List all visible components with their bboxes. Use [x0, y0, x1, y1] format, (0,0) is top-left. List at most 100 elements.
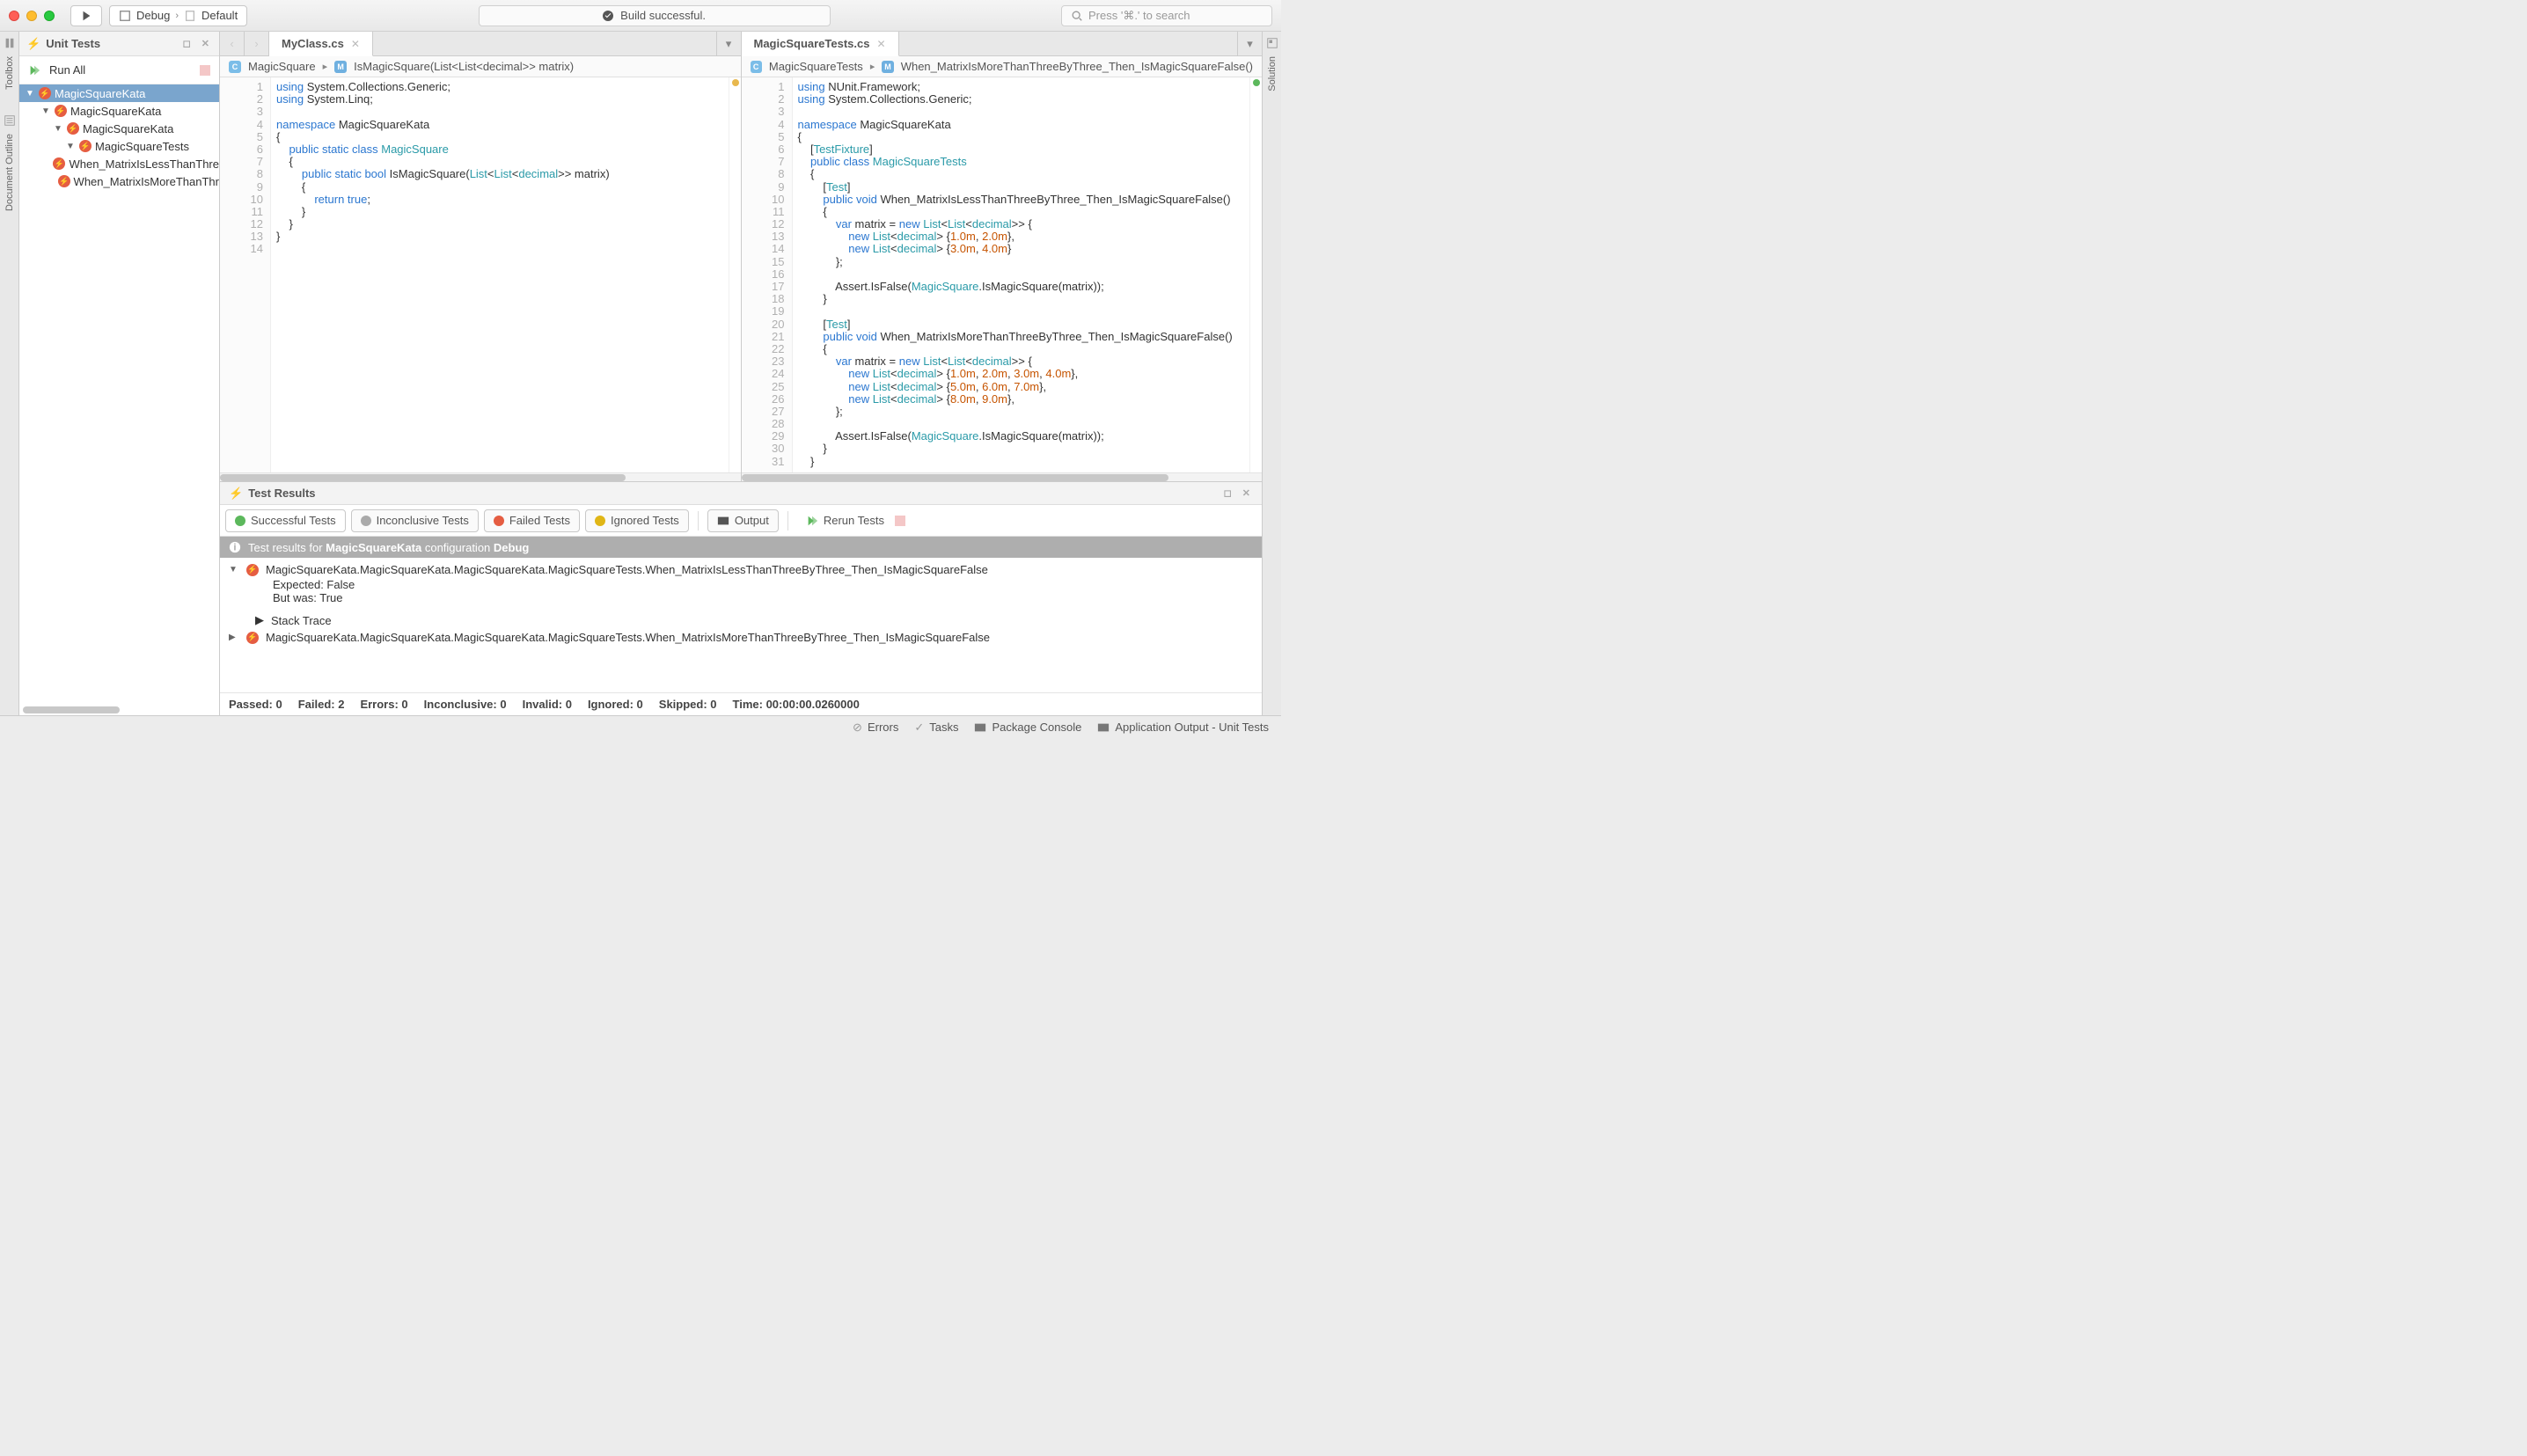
tab-tests[interactable]: MagicSquareTests.cs ✕: [742, 32, 899, 56]
marker-strip-left: [729, 77, 741, 472]
search-icon: [1071, 10, 1083, 22]
sb-label: Errors: [868, 721, 898, 734]
method-icon: M: [882, 61, 893, 73]
tab-overflow-button[interactable]: ▾: [1237, 32, 1262, 55]
nav-back-button[interactable]: ‹: [220, 32, 245, 55]
toolbox-icon[interactable]: [4, 37, 16, 49]
global-search[interactable]: Press '⌘.' to search: [1061, 5, 1272, 26]
panel-close-icon[interactable]: ✕: [199, 38, 212, 49]
tree-node-l2[interactable]: ▼ ⚡ MagicSquareKata: [19, 120, 219, 137]
filter-label: Successful Tests: [251, 514, 336, 527]
hscrollbar-right[interactable]: [742, 472, 1263, 481]
unit-tests-panel: ⚡ Unit Tests ◻ ✕ Run All ▼ ⚡ MagicSquare…: [19, 32, 220, 715]
result-row-2[interactable]: ▶ ⚡ MagicSquareKata.MagicSquareKata.Magi…: [220, 629, 1262, 646]
breadcrumb-left[interactable]: C MagicSquare ▸ M IsMagicSquare(List<Lis…: [220, 56, 741, 77]
status-errors[interactable]: ⊘Errors: [853, 721, 898, 735]
panel-dock-icon[interactable]: ◻: [180, 38, 194, 49]
check-icon: [603, 11, 613, 21]
code-left[interactable]: using System.Collections.Generic;using S…: [271, 77, 729, 472]
tree-node-l3[interactable]: ▼ ⚡ MagicSquareTests: [19, 137, 219, 155]
panel-dock-icon[interactable]: ◻: [1221, 487, 1234, 499]
document-outline-label[interactable]: Document Outline: [4, 134, 15, 211]
filter-inconclusive-button[interactable]: Inconclusive Tests: [351, 509, 479, 532]
close-window-icon[interactable]: [9, 11, 19, 21]
ok-marker-icon: [1253, 79, 1260, 86]
collapse-icon[interactable]: ▼: [229, 565, 239, 574]
filter-failed-button[interactable]: Failed Tests: [484, 509, 580, 532]
run-all-row[interactable]: Run All: [19, 56, 219, 84]
panel-close-icon[interactable]: ✕: [1240, 487, 1253, 499]
expand-icon[interactable]: ▼: [65, 142, 76, 151]
tab-label: MagicSquareTests.cs: [754, 37, 870, 50]
panel-hscroll-thumb[interactable]: [23, 706, 120, 713]
bc-method: IsMagicSquare(List<List<decimal>> matrix…: [354, 60, 574, 73]
minimize-window-icon[interactable]: [26, 11, 37, 21]
lightning-icon: ⚡: [26, 37, 40, 51]
document-outline-icon[interactable]: [4, 114, 16, 127]
fail-badge-icon: ⚡: [246, 564, 259, 576]
tree-label: MagicSquareTests: [95, 140, 189, 153]
tree-test-2[interactable]: ⚡ When_MatrixIsMoreThanThr: [19, 172, 219, 190]
build-status[interactable]: Build successful.: [479, 5, 831, 26]
solution-icon[interactable]: [1266, 37, 1278, 49]
editor-right: MagicSquareTests.cs ✕ ▾ C MagicSquareTes…: [742, 32, 1263, 481]
expand-icon[interactable]: ▼: [40, 106, 51, 116]
rerun-tests-button[interactable]: Rerun Tests: [797, 509, 914, 532]
filter-ignored-button[interactable]: Ignored Tests: [585, 509, 689, 532]
tab-myclass[interactable]: MyClass.cs ✕: [269, 32, 373, 56]
code-area-left[interactable]: 1234567891011121314 using System.Collect…: [220, 77, 741, 472]
code-area-right[interactable]: 1234567891011121314151617181920212223242…: [742, 77, 1263, 472]
sb-label: Package Console: [992, 721, 1081, 734]
warning-marker-icon: [732, 79, 739, 86]
build-status-text: Build successful.: [620, 9, 706, 22]
tree-node-l1[interactable]: ▼ ⚡ MagicSquareKata: [19, 102, 219, 120]
hscrollbar-left[interactable]: [220, 472, 741, 481]
summary-skipped: Skipped: 0: [659, 698, 717, 711]
zoom-window-icon[interactable]: [44, 11, 55, 21]
filter-successful-button[interactable]: Successful Tests: [225, 509, 346, 532]
tree-label: MagicSquareKata: [70, 105, 161, 118]
expand-icon[interactable]: ▶: [255, 613, 264, 627]
expand-icon[interactable]: ▼: [53, 124, 63, 134]
test-tree[interactable]: ▼ ⚡ MagicSquareKata ▼ ⚡ MagicSquareKata …: [19, 84, 219, 715]
status-tasks[interactable]: ✓Tasks: [914, 721, 958, 735]
main-body: Toolbox Document Outline ⚡ Unit Tests ◻ …: [0, 32, 1281, 715]
tree-label: MagicSquareKata: [55, 87, 145, 100]
expand-icon[interactable]: ▼: [25, 89, 35, 99]
gutter-left: 1234567891011121314: [220, 77, 271, 472]
output-button[interactable]: Output: [707, 509, 779, 532]
result-row-1[interactable]: ▼ ⚡ MagicSquareKata.MagicSquareKata.Magi…: [220, 561, 1262, 578]
status-package-console[interactable]: Package Console: [974, 721, 1081, 734]
run-all-label: Run All: [49, 63, 85, 77]
terminal-icon: [717, 515, 729, 527]
results-summary: Passed: 0 Failed: 2 Errors: 0 Inconclusi…: [220, 692, 1262, 715]
status-app-output[interactable]: Application Output - Unit Tests: [1097, 721, 1269, 734]
filter-label: Output: [735, 514, 769, 527]
ide-window: Debug › Default Build successful. Press …: [0, 0, 1281, 738]
result-detail: Expected: False But was: True: [220, 578, 1262, 604]
tree-root[interactable]: ▼ ⚡ MagicSquareKata: [19, 84, 219, 102]
terminal-icon: [974, 721, 986, 734]
fail-badge-icon: ⚡: [67, 122, 79, 135]
nav-forward-button[interactable]: ›: [245, 32, 269, 55]
tab-overflow-button[interactable]: ▾: [716, 32, 741, 55]
separator: [698, 511, 699, 530]
stack-trace-row[interactable]: ▶ Stack Trace: [220, 611, 1262, 629]
ignored-dot-icon: [595, 516, 605, 526]
configuration-selector[interactable]: Debug › Default: [109, 5, 247, 26]
tree-test-1[interactable]: ⚡ When_MatrixIsLessThanThre: [19, 155, 219, 172]
code-right[interactable]: using NUnit.Framework;using System.Colle…: [793, 77, 1250, 472]
summary-ignored: Ignored: 0: [588, 698, 643, 711]
run-button[interactable]: [70, 5, 102, 26]
solution-label[interactable]: Solution: [1267, 56, 1278, 91]
tree-label: When_MatrixIsLessThanThre: [69, 157, 219, 171]
fail-badge-icon: ⚡: [246, 632, 259, 644]
expand-icon[interactable]: ▶: [229, 633, 239, 642]
tree-label: MagicSquareKata: [83, 122, 173, 135]
toolbox-label[interactable]: Toolbox: [4, 56, 15, 90]
tab-close-icon[interactable]: ✕: [876, 38, 885, 50]
results-body[interactable]: ▼ ⚡ MagicSquareKata.MagicSquareKata.Magi…: [220, 558, 1262, 692]
tab-close-icon[interactable]: ✕: [351, 38, 360, 50]
breadcrumb-right[interactable]: C MagicSquareTests ▸ M When_MatrixIsMore…: [742, 56, 1263, 77]
filter-label: Failed Tests: [509, 514, 570, 527]
